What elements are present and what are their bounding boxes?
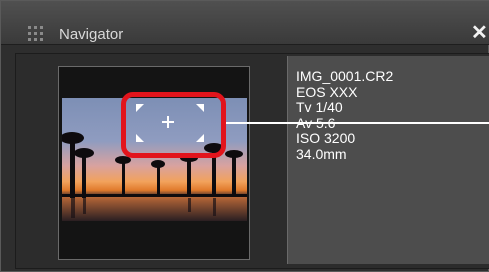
close-icon: ✕ [471,22,488,44]
callout-highlight [121,92,226,158]
window-title: Navigator [59,26,124,43]
camera-model: EOS XXX [296,83,358,100]
callout-leader-line [226,122,489,124]
image-info-list: IMG_0001.CR2 EOS XXX Tv 1/40 Av 5.6 ISO … [296,68,394,162]
close-button[interactable]: ✕ [471,22,489,44]
shutter-speed: Tv 1/40 [296,99,343,115]
file-name: IMG_0001.CR2 [296,68,394,84]
grip-icon[interactable] [27,25,45,43]
title-bar[interactable]: Navigator ✕ [1,1,489,45]
focal-length: 34.0mm [296,145,347,162]
iso-value: ISO 3200 [296,130,356,146]
